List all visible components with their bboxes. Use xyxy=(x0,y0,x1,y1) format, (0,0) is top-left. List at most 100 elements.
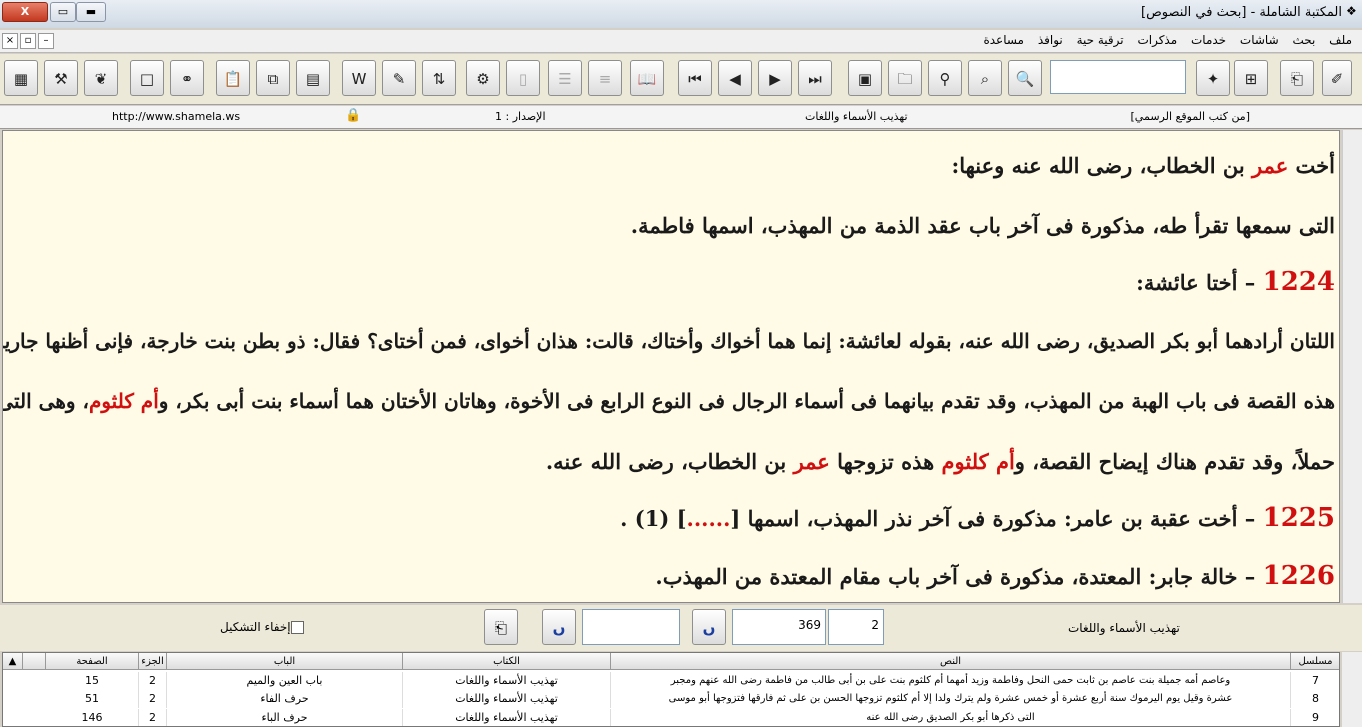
mdi-minimize-icon[interactable]: – xyxy=(38,33,54,49)
sort-indicator-icon[interactable]: ▲ xyxy=(3,653,23,670)
new-page-icon[interactable]: □ xyxy=(130,60,164,96)
table-cell-chapter[interactable]: حرف الفاء xyxy=(167,690,403,708)
pin-icon[interactable]: ✐ xyxy=(1322,60,1352,96)
sort-icon[interactable]: ⇅ xyxy=(422,60,456,96)
book-icon[interactable]: 📖 xyxy=(630,60,664,96)
main-toolbar: ▦ ⚒ ❦ □ ⚭ 📋 ⧉ ▤ W ✎ ⇅ ⚙ ▯ ☰ ≡ 📖 ⏮ ◀ ▶ ⏭ … xyxy=(0,54,1362,105)
menu-help[interactable]: مساعدة xyxy=(983,33,1024,47)
table-cell-book[interactable]: تهذيب الأسماء واللغات xyxy=(403,690,611,708)
pencil-icon[interactable]: ✎ xyxy=(382,60,416,96)
last-page-icon[interactable]: ⏭ xyxy=(798,60,832,96)
table-cell-book[interactable]: تهذيب الأسماء واللغات xyxy=(403,672,611,690)
table-cell-text[interactable]: وعاصم أمه جميلة بنت عاصم بن ثابت حمى الن… xyxy=(611,672,1291,690)
column-header-volume[interactable]: الجزء xyxy=(139,653,167,670)
binoculars-icon[interactable]: ⚲ xyxy=(928,60,962,96)
results-scrollbar[interactable] xyxy=(1342,652,1362,727)
open-book-button[interactable]: ⎗ xyxy=(484,609,518,645)
website-link[interactable]: http://www.shamela.ws xyxy=(112,110,240,123)
copy-icon[interactable]: ⧉ xyxy=(256,60,290,96)
close-button[interactable]: X xyxy=(2,2,48,22)
table-cell-page[interactable]: 15 xyxy=(46,672,139,690)
table-cell-serial[interactable]: 8 xyxy=(1291,690,1339,708)
content-line: التى سمعها تقرأ طه، مذكورة فى آخر باب عق… xyxy=(630,213,1335,238)
menu-notes[interactable]: مذكرات xyxy=(1137,33,1177,47)
mdi-restore-icon[interactable]: ▫ xyxy=(20,33,36,49)
menu-services[interactable]: خدمات xyxy=(1191,33,1226,47)
table-cell-chapter[interactable]: حرف الباء xyxy=(167,709,403,726)
toolbar-search-input[interactable] xyxy=(1050,60,1186,94)
content-line: حملاً، وقد تقدم هناك إيضاح القصة، وأم كل… xyxy=(545,449,1335,474)
minimize-button[interactable]: ▬ xyxy=(76,2,106,22)
content-line: أخت عمر بن الخطاب، رضى الله عنه وعنها: xyxy=(951,153,1335,178)
next-page-icon[interactable]: ▶ xyxy=(758,60,792,96)
table-cell-serial[interactable]: 9 xyxy=(1291,709,1339,726)
menu-windows[interactable]: نوافذ xyxy=(1038,33,1063,47)
search-results-icon[interactable]: 🔍 xyxy=(1008,60,1042,96)
app-icon: ❖ xyxy=(1346,4,1357,18)
goto-input[interactable] xyxy=(582,609,680,645)
navigation-bar: تهذيب الأسماء واللغات 2 369 ں ں ⎗ إخفاء … xyxy=(0,605,1362,651)
leaf-icon[interactable]: ❦ xyxy=(84,60,118,96)
row-header-column xyxy=(23,653,46,670)
menu-live-update[interactable]: ترقية حية xyxy=(1077,33,1124,47)
go-page-button[interactable]: ں xyxy=(692,609,726,645)
mdi-close-icon[interactable]: × xyxy=(2,33,18,49)
window-title: المكتبة الشاملة - [بحث في النصوص] xyxy=(1141,5,1342,20)
entry-heading: 1224 – أختا عائشة: xyxy=(1136,267,1335,297)
content-line: هذه القصة فى باب الهبة من المهذب، وقد تق… xyxy=(3,389,1335,413)
menu-screens[interactable]: شاشات xyxy=(1240,33,1279,47)
lock-icon: 🔒 xyxy=(345,108,362,123)
go-button[interactable]: ں xyxy=(542,609,576,645)
table-cell-chapter[interactable]: باب العين والميم xyxy=(167,672,403,690)
column-header-chapter[interactable]: الباب xyxy=(167,653,403,670)
previous-page-icon[interactable]: ◀ xyxy=(718,60,752,96)
table-cell-page[interactable]: 146 xyxy=(46,709,139,726)
source-label: [من كتب الموقع الرسمي] xyxy=(1130,110,1250,123)
first-page-icon[interactable]: ⏮ xyxy=(678,60,712,96)
table-cell-book[interactable]: تهذيب الأسماء واللغات xyxy=(403,709,611,726)
window-icon[interactable]: ▣ xyxy=(848,60,882,96)
folder-open-icon[interactable]: 🗀 xyxy=(888,60,922,96)
table-cell-serial[interactable]: 7 xyxy=(1291,672,1339,690)
column-header-book[interactable]: الكتاب xyxy=(403,653,611,670)
table-cell-text[interactable]: عشرة وقيل يوم اليرموك سنة أربع عشرة أو خ… xyxy=(611,690,1291,708)
table-cell-page[interactable]: 51 xyxy=(46,690,139,708)
menu-file[interactable]: ملف xyxy=(1329,33,1352,47)
book-info-bar: [من كتب الموقع الرسمي] تهذيب الأسماء وال… xyxy=(0,106,1362,129)
book-name-label: تهذيب الأسماء واللغات xyxy=(805,110,908,123)
document-icon[interactable]: ▤ xyxy=(296,60,330,96)
list-icon[interactable]: ☰ xyxy=(548,60,582,96)
title-bar: X ▭ ▬ المكتبة الشاملة - [بحث في النصوص] … xyxy=(0,0,1362,28)
page-field[interactable]: 369 xyxy=(732,609,826,645)
version-label: الإصدار : 1 xyxy=(495,110,546,123)
word-icon[interactable]: W xyxy=(342,60,376,96)
index-icon[interactable]: ⊞ xyxy=(1234,60,1268,96)
results-table: ▲ الصفحة الجزء الباب الكتاب النص مسلسل 1… xyxy=(2,652,1340,727)
restore-button[interactable]: ▭ xyxy=(50,2,76,22)
table-cell-volume[interactable]: 2 xyxy=(139,709,167,726)
column-header-text[interactable]: النص xyxy=(611,653,1291,670)
table-cell-text[interactable]: التى ذكرها أبو بكر الصديق رضى الله عنه xyxy=(611,709,1291,726)
settings-icon[interactable]: ⚙ xyxy=(466,60,500,96)
table-cell-volume[interactable]: 2 xyxy=(139,672,167,690)
column-header-page[interactable]: الصفحة xyxy=(46,653,139,670)
column-header-serial[interactable]: مسلسل xyxy=(1291,653,1339,670)
entry-heading: 1226 – خالة جابر: المعتدة، مذكورة فى آخر… xyxy=(655,561,1335,591)
table-cell-volume[interactable]: 2 xyxy=(139,690,167,708)
content-scrollbar[interactable] xyxy=(1342,130,1362,603)
lines-icon[interactable]: ≡ xyxy=(588,60,622,96)
hide-tashkeel-checkbox[interactable] xyxy=(291,621,304,634)
binoculars-link-icon[interactable]: ⚭ xyxy=(170,60,204,96)
volume-field[interactable]: 2 xyxy=(828,609,884,645)
clipboard-icon[interactable]: 📋 xyxy=(216,60,250,96)
content-line: اللتان أرادهما أبو بكر الصديق، رضى الله … xyxy=(2,329,1335,353)
open-book-icon[interactable]: ⎗ xyxy=(1280,60,1314,96)
search-book-icon[interactable]: ⌕ xyxy=(968,60,1002,96)
bookmark-add-icon[interactable]: ✦ xyxy=(1196,60,1230,96)
menu-bar: × ▫ – ملف بحث شاشات خدمات مذكرات ترقية ح… xyxy=(0,30,1362,53)
calculator-icon[interactable]: ▦ xyxy=(4,60,38,96)
page-icon[interactable]: ▯ xyxy=(506,60,540,96)
hide-tashkeel-label: إخفاء التشكيل xyxy=(220,620,291,634)
menu-search[interactable]: بحث xyxy=(1292,33,1315,47)
tools-icon[interactable]: ⚒ xyxy=(44,60,78,96)
